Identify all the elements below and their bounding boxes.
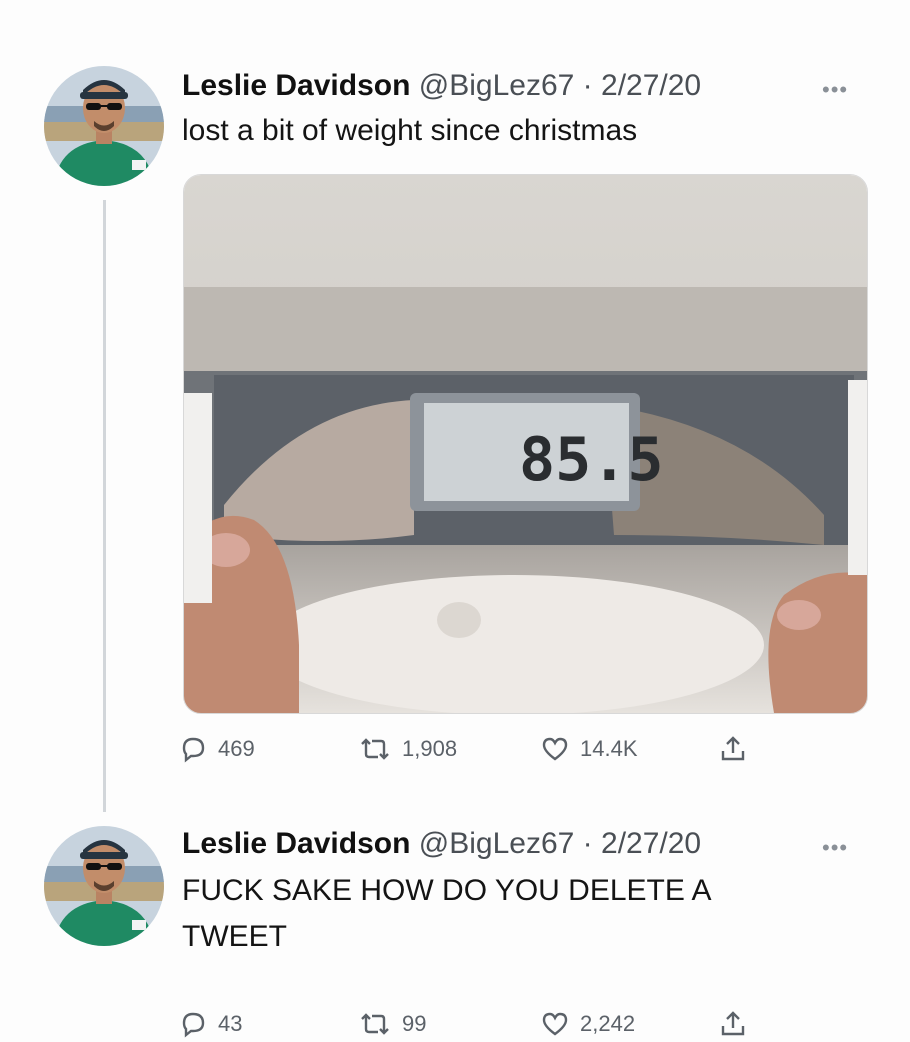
like-count: 14.4K: [580, 736, 638, 761]
tweet-header: Leslie Davidson @BigLez67 · 2/27/20: [182, 826, 701, 862]
heart-icon: [542, 737, 568, 761]
like-button[interactable]: 14.4K: [540, 731, 638, 767]
scale-photo-image: 85.5: [184, 175, 867, 713]
tweet-text: FUCK SAKE HOW DO YOU DELETE A TWEET: [182, 874, 710, 953]
more-horizontal-icon[interactable]: •••: [822, 79, 848, 101]
author-handle[interactable]: @BigLez67: [419, 827, 575, 860]
avatar-image: [44, 826, 164, 946]
like-button[interactable]: 2,242: [540, 1006, 635, 1042]
scale-display-reading: 85.5: [519, 425, 664, 495]
header-separator: ·: [582, 827, 593, 860]
tweet-date[interactable]: 2/27/20: [601, 69, 701, 102]
like-count: 2,242: [580, 1011, 636, 1036]
reply-button[interactable]: 469: [178, 731, 255, 767]
tweet-date[interactable]: 2/27/20: [601, 827, 701, 860]
heart-icon: [542, 1012, 568, 1036]
share-button[interactable]: [718, 1006, 748, 1042]
reply-icon: [182, 1012, 205, 1038]
more-horizontal-icon[interactable]: •••: [822, 837, 848, 859]
reply-button[interactable]: 43: [178, 1006, 242, 1042]
avatar[interactable]: [44, 66, 164, 186]
tweet-header: Leslie Davidson @BigLez67 · 2/27/20: [182, 68, 701, 104]
reply-count: 469: [218, 736, 255, 761]
author-name[interactable]: Leslie Davidson: [182, 69, 410, 102]
tweet-text: lost a bit of weight since christmas: [182, 114, 638, 147]
author-handle[interactable]: @BigLez67: [419, 69, 575, 102]
retweet-count: 99: [402, 1011, 427, 1036]
tweet-photo[interactable]: 85.5: [183, 174, 868, 714]
retweet-count: 1,908: [402, 736, 458, 761]
retweet-icon: [361, 1013, 389, 1035]
share-button[interactable]: [718, 731, 748, 767]
reply-count: 43: [218, 1011, 243, 1036]
retweet-icon: [361, 738, 389, 760]
thread-connector-line: [103, 200, 106, 812]
retweet-button[interactable]: 99: [358, 1006, 426, 1042]
avatar-image: [44, 66, 164, 186]
share-icon: [721, 1011, 745, 1036]
author-name[interactable]: Leslie Davidson: [182, 827, 410, 860]
avatar[interactable]: [44, 826, 164, 946]
share-icon: [721, 736, 745, 761]
header-separator: ·: [582, 69, 593, 102]
reply-icon: [182, 737, 205, 763]
retweet-button[interactable]: 1,908: [358, 731, 457, 767]
